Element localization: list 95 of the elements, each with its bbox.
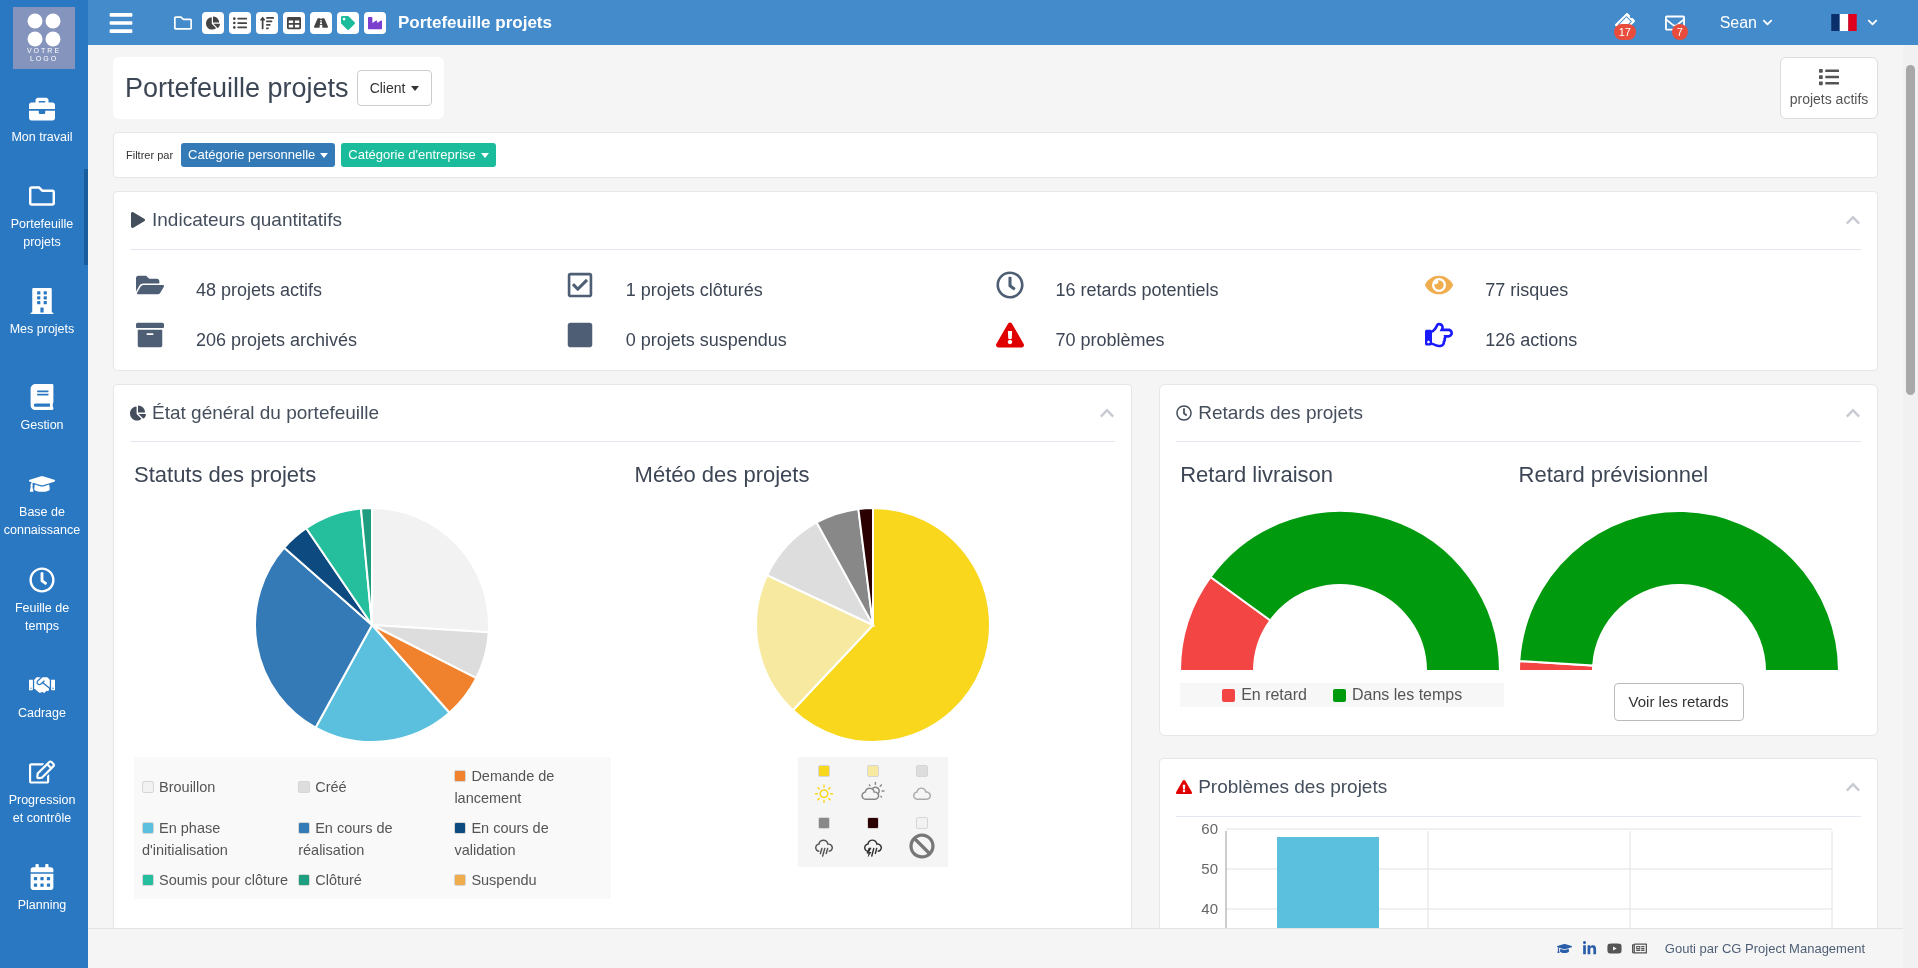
chevron-down-icon: [1762, 17, 1773, 28]
sidebar-item[interactable]: Progression et contrôle: [0, 745, 88, 841]
card-title: Retards des projets: [1198, 400, 1363, 425]
user-menu[interactable]: Sean: [1719, 10, 1773, 35]
youtube-icon[interactable]: [1606, 941, 1622, 956]
view-button[interactable]: [364, 11, 386, 34]
pie-chart-icon: [130, 404, 146, 421]
triangle-icon: [130, 212, 146, 229]
language-menu[interactable]: [1831, 14, 1878, 31]
notification-badge: 17: [1613, 23, 1636, 40]
view-button[interactable]: [202, 11, 224, 34]
view-button[interactable]: [283, 11, 305, 34]
legend-label: En phase d'initialisation: [142, 819, 229, 860]
sidebar-item[interactable]: Base de connaissance: [0, 457, 88, 553]
view-button[interactable]: [229, 11, 251, 34]
legend-label: Clôturé: [298, 869, 362, 891]
warning-icon: [1176, 779, 1193, 796]
sidebar-item[interactable]: Gestion: [0, 361, 88, 457]
caret-icon: [411, 85, 420, 91]
book-icon: [29, 384, 55, 410]
indicator-label: 0 projets suspendus: [625, 329, 787, 352]
active-projects-button[interactable]: projets actifs: [1780, 57, 1878, 119]
legend-label: Suspendu: [454, 869, 537, 891]
messages-button[interactable]: 7: [1659, 7, 1690, 38]
filter-label: Filtrer par: [126, 147, 174, 163]
logo-circles-icon: [27, 13, 61, 47]
clock-icon: [29, 567, 55, 593]
legend-label: En cours de réalisation: [298, 819, 394, 860]
client-dropdown[interactable]: Client: [356, 70, 433, 106]
category-dropdown[interactable]: Catégorie personnelle: [181, 143, 336, 167]
clock-icon: [1176, 404, 1193, 421]
list-icon: [233, 15, 247, 30]
sidebar-item[interactable]: Portefeuille projets: [0, 169, 88, 265]
edit-icon: [29, 759, 55, 785]
y-tick-label: 40: [1201, 899, 1219, 917]
sidebar-item[interactable]: Feuille de temps: [0, 553, 88, 649]
sidebar-item[interactable]: Mon travail: [0, 73, 88, 169]
chart-title: Statuts des projets: [134, 461, 318, 489]
legend-label: En retard: [1222, 683, 1307, 707]
legend-label: Brouillon: [142, 776, 216, 798]
indicator-label: 1 projets clôturés: [625, 279, 763, 302]
graduation-cap-icon[interactable]: [1556, 941, 1572, 956]
message-badge: 7: [1671, 23, 1688, 40]
chart-title: Météo des projets: [634, 461, 811, 489]
briefcase-icon: [29, 96, 55, 122]
see-delays-button[interactable]: Voir les retards: [1613, 683, 1744, 721]
bar-chart: 40 50 60: [1180, 818, 1851, 928]
notifications-button[interactable]: 17: [1609, 7, 1640, 38]
pie-chart-icon: [206, 15, 220, 30]
y-tick-label: 50: [1201, 859, 1219, 877]
page-heading: Portefeuille projets: [125, 71, 349, 105]
ban-icon: [909, 833, 936, 859]
calendar-icon: [29, 864, 55, 890]
legend-label: Dans les temps: [1332, 683, 1463, 707]
indicator-label: 48 projets actifs: [196, 279, 323, 302]
footer-credit: Gouti par CG Project Management: [1664, 939, 1865, 958]
folder-icon: [29, 183, 55, 209]
view-button[interactable]: [256, 11, 278, 34]
factory-icon: [368, 15, 382, 30]
flag-icon: [1831, 14, 1857, 31]
scrollbar[interactable]: [1903, 45, 1918, 968]
indicator-label: 206 projets archivés: [196, 329, 358, 352]
page-title: Portefeuille projets: [398, 11, 552, 34]
list-icon: [1817, 66, 1841, 87]
card-title: Indicateurs quantitatifs: [152, 208, 343, 232]
card-title: Problèmes des projets: [1198, 775, 1388, 799]
chart-title: Retard livraison: [1180, 461, 1334, 489]
scrollbar-thumb[interactable]: [1906, 65, 1915, 395]
caret-icon: [480, 152, 489, 158]
bar-list-icon: [260, 15, 274, 30]
indicator-label: 77 risques: [1485, 279, 1569, 302]
chevron-down-icon: [1867, 17, 1878, 28]
category-dropdown[interactable]: Catégorie d'entreprise: [341, 143, 496, 167]
sidebar-item[interactable]: Mes projets: [0, 265, 88, 361]
indicator-label: 126 actions: [1485, 329, 1578, 352]
indicator-label: 16 retards potentiels: [1055, 279, 1219, 302]
legend-label: Demande de lancement: [454, 767, 556, 808]
view-button[interactable]: [310, 11, 332, 34]
legend-label: Soumis pour clôture: [142, 869, 288, 891]
legend-label: En cours de validation: [454, 819, 550, 860]
newspaper-icon[interactable]: [1631, 941, 1647, 956]
indicator-label: 70 problèmes: [1055, 329, 1165, 352]
linkedin-icon[interactable]: [1581, 941, 1597, 956]
folder-icon: [174, 13, 192, 32]
caret-icon: [320, 152, 329, 158]
table-icon: [287, 15, 301, 30]
y-tick-label: 60: [1201, 819, 1219, 837]
legend-label: Créé: [298, 776, 347, 798]
card-title: État général du portefeuille: [152, 400, 380, 425]
sidebar-item[interactable]: Planning: [0, 841, 88, 937]
tag-icon: [341, 15, 355, 30]
building-icon: [29, 288, 55, 314]
road-icon: [314, 15, 328, 30]
sidebar-item[interactable]: Cadrage: [0, 649, 88, 745]
chart-title: Retard prévisionnel: [1518, 461, 1710, 489]
